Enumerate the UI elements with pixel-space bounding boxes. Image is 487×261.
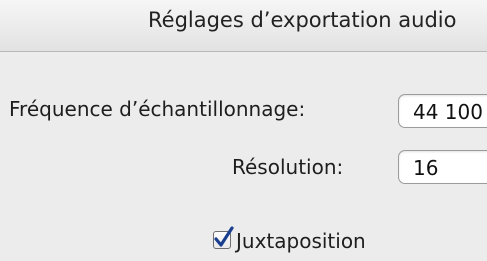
export-settings-window: Réglages d’exportation audio Fréquence d… (0, 0, 487, 261)
resolution-label: Résolution: (232, 155, 344, 179)
dither-checkbox[interactable] (213, 226, 234, 249)
sample-rate-label: Fréquence d’échantillonnage: (9, 97, 306, 121)
sample-rate-value: 44 100 (413, 100, 483, 124)
window-title-bar: Réglages d’exportation audio (0, 0, 487, 52)
window-title: Réglages d’exportation audio (148, 8, 457, 32)
dither-label[interactable]: Juxtaposition (236, 229, 366, 253)
checkmark-icon (214, 226, 234, 247)
resolution-value: 16 (413, 156, 439, 180)
sample-rate-select[interactable]: 44 100 (398, 94, 487, 128)
resolution-select[interactable]: 16 (398, 150, 487, 184)
